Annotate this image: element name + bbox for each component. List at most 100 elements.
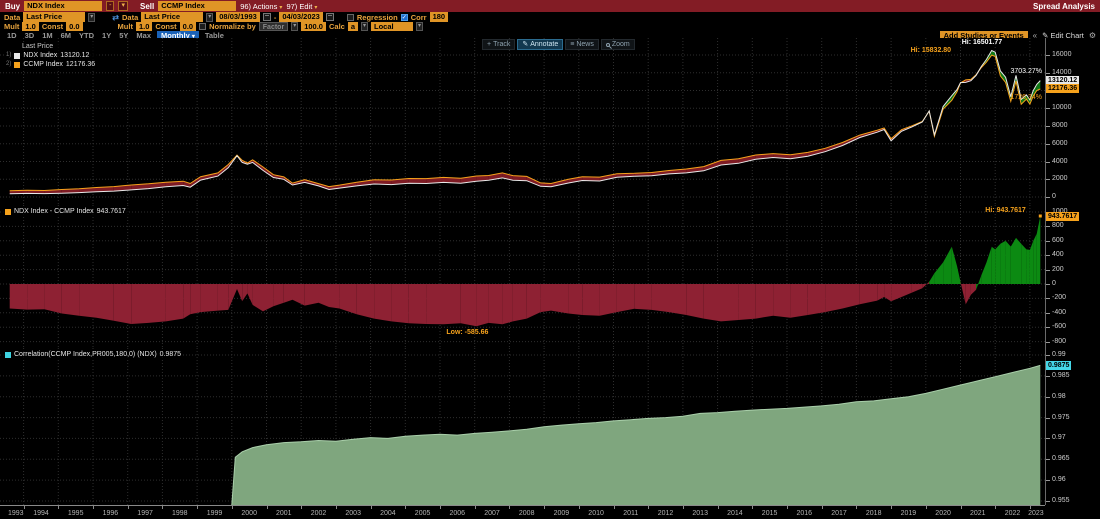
price-panel-chart[interactable] [0,38,1045,205]
y-tick-label: 0.96 [1052,476,1066,484]
x-tick-mark [1029,506,1031,509]
factor-amount-input[interactable]: 100.0 [301,21,326,32]
y-tick-mark [1046,312,1050,314]
y-tick-mark [1046,327,1050,329]
locale-select[interactable]: Local [371,21,414,32]
y-tick-label: 600 [1052,236,1064,244]
correlation-series-value: 0.9875 [159,351,182,358]
year-label-2009: 2009 [553,510,570,517]
zoom-tool[interactable]: Zoom [600,39,635,50]
date-from-input[interactable]: 08/03/1993 [216,12,260,22]
x-tick-mark [127,506,129,509]
sell-security-input[interactable]: CCMP Index [158,1,237,11]
spread-panel-chart[interactable] [0,205,1045,348]
track-tool[interactable]: + Track [482,39,516,50]
year-label-2023: 2023 [1028,510,1044,517]
legend-num: 1) [6,52,12,58]
actions-menu[interactable]: 96) Actions ▾ [240,2,282,11]
news-icon: ≡ [570,41,575,48]
y-tick-label: 0.99 [1052,351,1066,358]
corr-window-input[interactable]: 180 [429,12,449,22]
legend-row-ccmp[interactable]: 2) CCMP Index 12176.36 [6,60,95,69]
factor-select[interactable]: Factor [258,22,289,31]
year-label-2015: 2015 [761,510,778,517]
edit-menu[interactable]: 97) Edit ▾ [286,2,317,11]
correlation-series-label: Correlation(CCMP Index,PR005,180,0) (NDX… [14,351,157,358]
y-tick-label: 0.985 [1052,371,1070,379]
year-label-2002: 2002 [310,510,327,517]
x-tick-mark [752,506,754,509]
x-tick-mark [787,506,788,509]
command-bar: Buy NDX Index - ▾ Sell CCMP Index 96) Ac… [0,0,1100,12]
magnifier-icon [605,42,610,47]
spread-last-value-badge: 943.7617 [1046,211,1080,221]
value-axis[interactable]: 1600014000120001000080006000400020000100… [1045,38,1100,505]
y-tick-mark [1046,438,1050,440]
buy-dropdown-arrow-icon[interactable]: ▾ [118,1,128,11]
x-tick-mark [162,506,164,509]
spread-legend[interactable]: NDX Index - CCMP Index 943.7617 [3,207,128,216]
locale-dropdown-arrow-icon[interactable]: ▾ [416,22,424,31]
data2-dropdown-arrow-icon[interactable]: ▾ [206,12,214,22]
x-tick-mark [335,506,337,509]
data1-label: Data [4,12,21,22]
buy-security-input[interactable]: NDX Index [24,1,103,11]
spread-operator-box[interactable]: - [106,1,115,11]
y-tick-label: 14000 [1052,68,1072,76]
calc-label: Calc [328,22,345,31]
y-tick-mark [1046,72,1050,74]
calendar-from-icon[interactable] [262,13,271,21]
ccmp-pct-change-label: 1726.34% [1010,93,1042,101]
normalize-checkbox[interactable] [199,23,207,30]
regression-checkbox[interactable] [346,13,354,21]
price-legend: Last Price 1) NDX Index 13120.12 2) CCMP… [4,42,98,70]
chart-annotation: Hi: 15832.80 [910,46,952,54]
x-tick-mark [856,506,858,509]
year-label-1997: 1997 [137,510,153,517]
chart-annotation: Hi: 943.7617 [985,207,1026,214]
x-tick-mark [266,506,268,509]
y-tick-label: -800 [1052,337,1067,345]
correlation-legend[interactable]: Correlation(CCMP Index,PR005,180,0) (NDX… [3,350,184,359]
year-label-2021: 2021 [970,510,986,517]
date-range-separator: - [273,12,277,22]
ccmp-series-value: 12176.36 [65,61,96,68]
y-tick-label: 0.975 [1052,413,1070,421]
correlation-last-value-badge: 0.9875 [1046,360,1072,370]
date-to-input[interactable]: 04/03/2023 [279,12,323,22]
corr-checkbox[interactable]: ✓ [400,13,408,21]
x-tick-mark [474,506,476,509]
year-label-2020: 2020 [935,510,951,517]
chart-toolbar: + Track ✎ Annotate ≡ News Zoom [482,39,635,50]
correlation-panel-chart[interactable] [0,348,1045,505]
data1-select[interactable]: Last Price [23,12,86,22]
y-tick-mark [1046,126,1050,127]
y-tick-label: 800 [1052,222,1064,230]
time-axis[interactable]: 1993 1994 1995 1996 1997 1998 1999 2000 2001 2002… [0,505,1045,519]
swap-icon[interactable]: ⇄ [112,13,119,22]
year-label-2014: 2014 [727,510,743,517]
y-tick-mark [1046,284,1050,285]
y-tick-mark [1046,143,1050,145]
calc-select[interactable]: a [347,21,358,32]
y-tick-mark [1046,480,1050,482]
x-tick-mark [821,506,823,509]
calc-dropdown-arrow-icon[interactable]: ▾ [361,22,369,31]
x-tick-mark [405,506,407,509]
y-tick-mark [1046,417,1050,419]
y-tick-label: 0.955 [1052,497,1070,504]
spread-series-value: 943.7617 [96,208,126,215]
factor-dropdown-arrow-icon[interactable]: ▾ [291,22,299,31]
data2-select[interactable]: Last Price [141,12,204,22]
data1-dropdown-arrow-icon[interactable]: ▾ [88,12,96,22]
x-tick-mark [231,506,233,509]
year-label-2006: 2006 [449,510,466,517]
x-tick-mark [544,506,546,509]
x-tick-mark [648,506,650,509]
calendar-to-icon[interactable] [325,13,334,21]
news-tool[interactable]: ≡ News [565,39,599,50]
annotate-tool[interactable]: ✎ Annotate [517,39,564,50]
data2-label: Data [121,12,139,22]
x-tick-mark [23,506,25,509]
legend-row-ndx[interactable]: 1) NDX Index 13120.12 [6,51,95,60]
